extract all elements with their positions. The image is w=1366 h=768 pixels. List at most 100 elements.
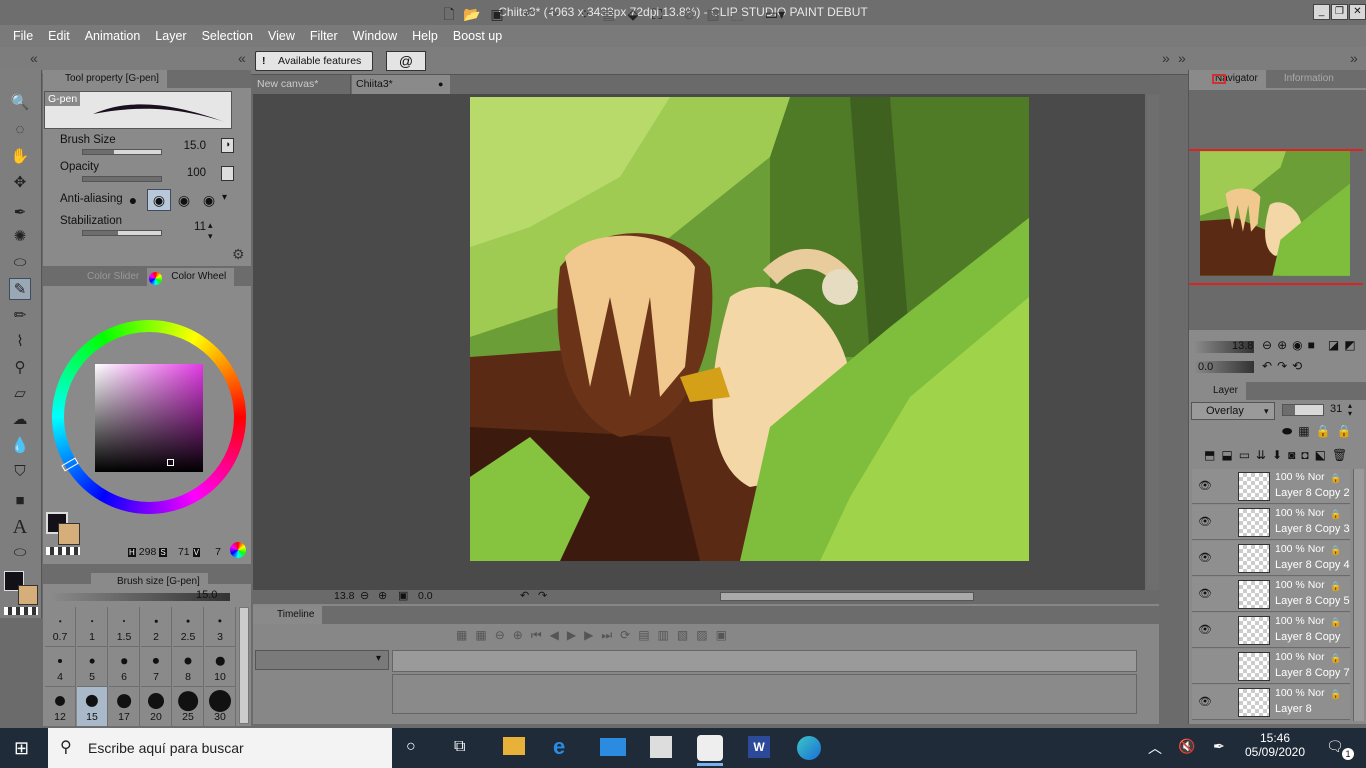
brush-size-cell[interactable]: 10 — [205, 647, 236, 687]
new-raster-layer-icon[interactable]: ⬒ — [1204, 448, 1215, 462]
visibility-eye-icon[interactable]: 👁 — [1198, 695, 1212, 709]
timeline-tab[interactable]: Timeline — [253, 606, 323, 624]
gradient-fill-icon[interactable]: ■ — [9, 490, 31, 512]
transform-icon[interactable]: ⁘ — [576, 5, 594, 23]
stabilization-value[interactable]: 11 — [172, 221, 206, 233]
restore-button[interactable]: ❐ — [1331, 4, 1348, 20]
timeline-track-icon[interactable]: ▦ — [475, 628, 486, 643]
fit-view-icon[interactable]: ▣ — [398, 589, 408, 602]
text-tool-icon[interactable]: A — [9, 516, 31, 538]
saturation-value-square[interactable] — [95, 364, 203, 472]
artwork-canvas[interactable] — [470, 97, 1029, 561]
opacity-value[interactable]: 100 — [172, 167, 206, 179]
layer-row[interactable]: 👁 100 % Nor Layer 8 Copy 4 🔒 — [1192, 541, 1350, 576]
nav-actual-size-icon[interactable]: ■ — [1308, 338, 1315, 352]
next-frame-icon[interactable]: ▶ — [584, 628, 593, 643]
color-slider-tab[interactable]: Color Slider — [43, 268, 147, 286]
stabilization-slider[interactable] — [82, 230, 162, 236]
apply-mask-icon[interactable]: ◘ — [1301, 448, 1308, 462]
blend-tool-icon[interactable]: ☁ — [9, 409, 31, 431]
timeline-new-icon[interactable]: ▦ — [456, 628, 467, 643]
move-tool-icon[interactable]: ✥ — [9, 172, 31, 194]
brush-size-cell[interactable]: 15 — [77, 687, 108, 727]
hand-tool-icon[interactable]: ✋ — [9, 146, 31, 168]
brush-size-cell[interactable]: 5 — [77, 647, 108, 687]
minimize-button[interactable]: _ — [1313, 4, 1330, 20]
tool-property-tab[interactable]: Tool property [G-pen] — [43, 70, 167, 88]
menu-selection[interactable]: Selection — [202, 29, 253, 43]
canvas-vertical-scrollbar[interactable] — [1147, 94, 1159, 590]
lock-layer-icon[interactable]: 🔒 — [1316, 424, 1331, 439]
brush-size-slider[interactable] — [82, 149, 162, 155]
undo-icon[interactable]: ↶ — [520, 5, 538, 23]
brush-size-cell[interactable]: 12 — [45, 687, 76, 727]
expand-right3-icon[interactable]: » — [1350, 50, 1358, 66]
color-transparent-swatch[interactable] — [46, 547, 80, 555]
layer-lock-icon[interactable]: 🔒 — [1330, 689, 1341, 700]
ruler-icon[interactable]: ⬕ — [1315, 448, 1326, 462]
brush-size-cell[interactable]: 1.5 — [109, 607, 140, 647]
export-icon[interactable]: ▣ — [716, 628, 727, 643]
auto-select-tool-icon[interactable]: ✺ — [9, 226, 31, 248]
blend-mode-select[interactable]: Overlay ▾ — [1191, 402, 1275, 420]
zoom-tool-icon[interactable]: 🔍 — [9, 92, 31, 114]
open-folder-icon[interactable]: 📂 — [463, 5, 481, 23]
nav-zoom-out-icon[interactable]: ⊖ — [1262, 338, 1272, 352]
nav-zoom-in-icon[interactable]: ⊕ — [1277, 338, 1287, 352]
play-icon[interactable]: ▶ — [567, 628, 576, 643]
color-sub-swatch[interactable] — [58, 523, 80, 545]
menu-edit[interactable]: Edit — [48, 29, 70, 43]
layer-lock-icon[interactable]: 🔒 — [1330, 581, 1341, 592]
visibility-eye-icon[interactable]: 👁 — [1198, 623, 1212, 637]
brush-size-cell[interactable]: 2 — [141, 607, 172, 647]
loop-icon[interactable]: ⟳ — [620, 628, 630, 643]
zoom-out-icon[interactable]: ⊖ — [360, 589, 369, 602]
new-folder-icon[interactable]: ▭ — [1239, 448, 1250, 462]
layer-tab[interactable]: Layer — [1189, 382, 1247, 400]
task-view-icon[interactable]: ⧉ — [454, 738, 465, 756]
antialias-medium-icon[interactable]: ◉ — [173, 189, 195, 211]
brush-size-scrollbar[interactable] — [239, 607, 249, 724]
visibility-eye-icon[interactable]: 👁 — [1198, 479, 1212, 493]
layer-lock-icon[interactable]: 🔒 — [1330, 509, 1341, 520]
brush-size-cell[interactable]: 25 — [173, 687, 204, 727]
layer-row[interactable]: 👁 100 % Nor Layer 8 🔒 — [1192, 685, 1350, 720]
layer-lock-icon[interactable]: 🔒 — [1330, 473, 1341, 484]
first-frame-icon[interactable]: ⏮ — [531, 628, 542, 643]
redo-icon[interactable]: ↷ — [544, 5, 562, 23]
timeline-select[interactable]: ▾ — [255, 650, 389, 670]
zoom-in-icon[interactable]: ⊕ — [378, 589, 387, 602]
menu-layer[interactable]: Layer — [155, 29, 186, 43]
timeline-tracks[interactable] — [392, 674, 1137, 714]
store-icon[interactable] — [650, 736, 672, 758]
nav-fit-icon[interactable]: ◉ — [1292, 338, 1302, 352]
layer-lock-icon[interactable]: 🔒 — [1330, 617, 1341, 628]
collapse-left2-icon[interactable]: « — [238, 50, 246, 66]
layer-opacity-stepper[interactable]: ▴ ▾ — [1348, 402, 1352, 418]
menu-help[interactable]: Help — [412, 29, 438, 43]
brush-tool-icon[interactable]: ⌇ — [9, 331, 31, 353]
expand-right-icon[interactable]: » — [1162, 50, 1170, 66]
lock-transparent-icon[interactable]: 🔒 — [1337, 424, 1352, 439]
menu-boost-up[interactable]: Boost up — [453, 29, 502, 43]
layer-list-scrollbar[interactable] — [1353, 469, 1364, 721]
gradient-tool-icon[interactable]: ⛉ — [9, 461, 31, 483]
nav-reset-rotation-icon[interactable]: ⟲ — [1292, 359, 1302, 373]
internet-explorer-icon[interactable]: e — [553, 734, 565, 760]
brush-size-cell[interactable]: 4 — [45, 647, 76, 687]
nav-rotate-right-icon[interactable]: ↷ — [1277, 359, 1287, 373]
clip-studio-taskbar-icon[interactable] — [697, 735, 723, 761]
onion-skin-icon[interactable]: ▤ — [638, 628, 649, 643]
tool-settings-gear-icon[interactable]: ⚙ — [232, 246, 245, 263]
close-tab-icon[interactable]: ● — [438, 75, 443, 94]
keyframe-icon[interactable]: ▥ — [658, 628, 669, 643]
brush-size-cell[interactable]: 30 — [205, 687, 236, 727]
color-mode-icon[interactable] — [230, 542, 246, 558]
reference-layer-icon[interactable]: ▦ — [1298, 424, 1309, 439]
stabilization-stepper[interactable]: ▴ ▾ — [208, 220, 213, 242]
antialias-weak-icon[interactable]: ◉ — [147, 189, 171, 211]
layer-row[interactable]: 100 % Nor Layer 8 Copy 7 🔒 — [1192, 649, 1350, 684]
file-explorer-icon[interactable] — [503, 737, 525, 755]
timeline-zoom-out-icon[interactable]: ⊖ — [495, 628, 505, 643]
clear-selection-icon[interactable]: ⊘ — [680, 5, 698, 23]
